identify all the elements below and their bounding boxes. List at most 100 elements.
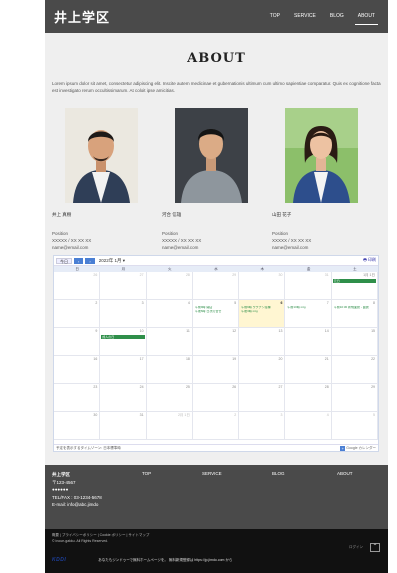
calendar-day[interactable]: 2月 1日 <box>146 412 193 440</box>
calendar-event[interactable]: 成人の日 <box>101 335 145 339</box>
ad-text[interactable]: あなたもジンドゥーで無料ホームページを。 無料新規登録は https://jp.… <box>98 558 232 563</box>
month-selector[interactable]: 2022年 1月 ▾ <box>99 258 125 264</box>
day-number: 31 <box>139 413 144 417</box>
calendar-day[interactable]: 8 午前10:30 新規面談 - 面談 <box>331 300 378 328</box>
day-number: 23 <box>93 385 98 389</box>
calendar-day[interactable]: 5 <box>331 412 378 440</box>
calendar-day[interactable]: 6 午前9時 ワクチン接種 午後3時 mtg <box>239 300 286 328</box>
calendar-day[interactable]: 1月 1日元日 <box>331 272 378 300</box>
calendar-day[interactable]: 28 <box>285 384 332 412</box>
add-calendar-icon: + <box>340 445 346 451</box>
policy-links[interactable]: 概要 | プライバシーポリシー | Cookie ポリシー | サイトマップ <box>52 533 149 538</box>
calendar-day[interactable]: 2 <box>192 412 240 440</box>
calendar-event[interactable]: 午前10時 mtg <box>287 306 329 310</box>
calendar-day[interactable]: 3 <box>100 300 147 328</box>
google-calendar-link[interactable]: + Google カレンダー <box>340 445 376 451</box>
calendar-day[interactable]: 27 <box>100 272 147 300</box>
kddi-logo: KDDI <box>52 557 67 563</box>
calendar-day[interactable]: 22 <box>331 356 378 384</box>
calendar-day[interactable]: 29 <box>192 272 240 300</box>
calendar-event[interactable]: 午前10:30 新規面談 - 面談 <box>334 306 376 310</box>
calendar-event[interactable]: 午後3時 mtg <box>241 310 283 314</box>
day-number: 3 <box>141 301 144 305</box>
calendar-day[interactable]: 29 <box>331 384 378 412</box>
calendar-day[interactable]: 14 <box>285 328 332 356</box>
calendar-day[interactable]: 31 <box>100 412 147 440</box>
calendar-day[interactable]: 21 <box>285 356 332 384</box>
member-position: Position <box>272 231 289 236</box>
prev-month-button[interactable]: ‹ <box>74 257 84 264</box>
calendar-day[interactable]: 25 <box>146 384 193 412</box>
calendar-day[interactable]: 15 <box>331 328 378 356</box>
day-number: 13 <box>278 329 283 333</box>
day-number: 16 <box>93 357 98 361</box>
calendar-day[interactable]: 26 <box>54 272 101 300</box>
calendar-day[interactable]: 10 成人の日 <box>100 328 147 356</box>
calendar-day[interactable]: 2 <box>54 300 101 328</box>
calendar-day[interactable]: 5 午前9時 開店 午後6時 日次打合せ <box>192 300 240 328</box>
footer-link-top[interactable]: TOP <box>142 471 151 476</box>
nav-service[interactable]: SERVICE <box>287 0 323 33</box>
calendar-event[interactable]: 午前9時 ワクチン接種 <box>241 306 283 310</box>
day-number: 1月 1日 <box>363 273 375 277</box>
member-photo <box>65 108 138 203</box>
today-button[interactable]: 今日 <box>56 257 72 264</box>
calendar-day[interactable]: 3 <box>239 412 286 440</box>
calendar-day[interactable]: 4 <box>285 412 332 440</box>
calendar-day[interactable]: 16 <box>54 356 101 384</box>
print-button[interactable]: 🖶 印刷 <box>363 257 376 264</box>
company-email[interactable]: E-mail: info@abc.jimdo <box>52 501 112 509</box>
footer-link-about[interactable]: ABOUT <box>337 471 353 476</box>
day-number: 6 <box>280 301 283 305</box>
calendar-day[interactable]: 13 <box>239 328 286 356</box>
member-name: 井上 真樹 <box>52 212 72 217</box>
person-photo-2 <box>175 108 248 203</box>
calendar-day[interactable]: 30 <box>54 412 101 440</box>
calendar-day[interactable]: 7 午前10時 mtg <box>285 300 332 328</box>
calendar-event[interactable]: 午前9時 開店 <box>195 306 237 310</box>
calendar-day[interactable]: 4 <box>146 300 193 328</box>
site-header: 井上学区 TOP SERVICE BLOG ABOUT <box>45 0 388 33</box>
calendar-day[interactable]: 24 <box>100 384 147 412</box>
calendar-day[interactable]: 9 <box>54 328 101 356</box>
footer-link-service[interactable]: SERVICE <box>202 471 222 476</box>
calendar-day[interactable]: 19 <box>192 356 240 384</box>
company-tel: TEL/FAX : 03-1234-5678 <box>52 494 102 500</box>
calendar-day[interactable]: 11 <box>146 328 193 356</box>
jimdo-ad-bar: KDDI あなたもジンドゥーで無料ホームページを。 無料新規登録は https:… <box>52 555 382 565</box>
calendar-day[interactable]: 31 <box>285 272 332 300</box>
day-number: 12 <box>232 329 237 333</box>
member-email[interactable]: name@email.com <box>162 245 262 250</box>
calendar-day[interactable]: 30 <box>239 272 286 300</box>
day-number: 24 <box>139 385 144 389</box>
day-number: 17 <box>139 357 144 361</box>
site-logo[interactable]: 井上学区 <box>54 7 110 26</box>
nav-about[interactable]: ABOUT <box>351 0 382 33</box>
day-number: 3 <box>280 413 283 417</box>
footer-link-blog[interactable]: BLOG <box>272 471 285 476</box>
calendar-day[interactable]: 17 <box>100 356 147 384</box>
next-month-button[interactable]: › <box>85 257 95 264</box>
day-number: 25 <box>185 385 190 389</box>
calendar-day[interactable]: 28 <box>146 272 193 300</box>
login-link[interactable]: ログイン <box>349 545 363 550</box>
day-number: 14 <box>324 329 329 333</box>
nav-blog[interactable]: BLOG <box>323 0 351 33</box>
calendar-day[interactable]: 18 <box>146 356 193 384</box>
member-photo <box>175 108 248 203</box>
chevron-up-icon: ⌃ <box>372 544 378 550</box>
scroll-top-button[interactable]: ⌃ <box>370 543 380 552</box>
calendar-day[interactable]: 20 <box>239 356 286 384</box>
calendar-event[interactable]: 午後6時 日次打合せ <box>195 310 237 314</box>
calendar-day[interactable]: 27 <box>239 384 286 412</box>
member-email[interactable]: name@email.com <box>272 245 372 250</box>
calendar-day[interactable]: 26 <box>192 384 240 412</box>
member-name: 山田 花子 <box>272 212 292 217</box>
calendar-day[interactable]: 12 <box>192 328 240 356</box>
calendar-event[interactable]: 元日 <box>332 279 376 283</box>
nav-top[interactable]: TOP <box>263 0 287 33</box>
calendar-day[interactable]: 23 <box>54 384 101 412</box>
day-number: 15 <box>371 329 375 333</box>
member-email[interactable]: name@email.com <box>52 245 152 250</box>
day-number: 7 <box>326 301 329 305</box>
